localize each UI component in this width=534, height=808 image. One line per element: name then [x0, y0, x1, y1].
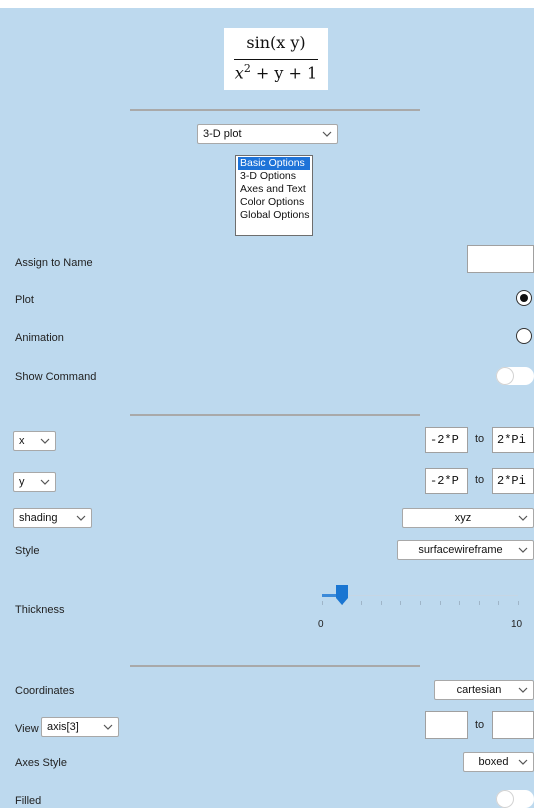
separator [130, 414, 420, 416]
filled-label: Filled [15, 795, 42, 807]
plot-radio[interactable] [516, 290, 532, 306]
filled-toggle[interactable] [496, 790, 534, 808]
formula-preview: sin(x y) x2 + y + 1 [224, 28, 328, 90]
thickness-max-label: 10 [511, 619, 523, 630]
slider-tick [322, 601, 323, 605]
slider-tick [439, 601, 441, 605]
x-to-input[interactable]: 2*Pi [492, 427, 534, 453]
axes-style-value: boxed [478, 756, 509, 768]
list-item-basic-options[interactable]: Basic Options [238, 157, 310, 170]
formula-denominator-exponent: 2 [243, 62, 251, 75]
toggle-knob [496, 367, 514, 385]
slider-tick [459, 601, 461, 605]
slider-tick [498, 601, 500, 605]
axes-style-label: Axes Style [15, 757, 67, 769]
slider-tick [478, 601, 480, 605]
assign-to-name-label: Assign to Name [15, 257, 93, 269]
shading-option-dropdown[interactable]: shading [13, 508, 92, 528]
show-command-toggle[interactable] [496, 367, 534, 385]
view-label: View [15, 723, 39, 735]
view-to-label: to [475, 719, 485, 731]
view-option-value: axis[3] [47, 721, 79, 733]
show-command-label: Show Command [15, 371, 97, 383]
shading-value: xyz [454, 512, 472, 524]
list-item-global-options[interactable]: Global Options [238, 209, 310, 222]
list-item-color-options[interactable]: Color Options [238, 196, 310, 209]
chevron-down-icon [518, 513, 528, 523]
separator [130, 665, 420, 667]
x-to-label: to [475, 433, 485, 445]
shading-value-dropdown[interactable]: xyz [402, 508, 534, 528]
slider-tick [380, 601, 382, 605]
x-variable-value: x [19, 435, 25, 447]
plot-type-dropdown[interactable]: 3-D plot [197, 124, 338, 144]
thickness-min-label: 0 [318, 619, 324, 630]
formula-denominator: x2 + y + 1 [224, 62, 328, 82]
slider-tick [420, 601, 421, 605]
animation-label: Animation [15, 332, 64, 344]
thickness-label: Thickness [15, 604, 65, 616]
view-from-input[interactable] [425, 711, 468, 739]
list-item-3d-options[interactable]: 3-D Options [238, 170, 310, 183]
y-to-input[interactable]: 2*Pi [492, 468, 534, 494]
chevron-down-icon [76, 513, 86, 523]
coordinates-value: cartesian [456, 684, 502, 696]
slider-tick [518, 601, 519, 605]
toggle-knob [496, 790, 514, 808]
separator [130, 109, 420, 111]
formula-denominator-rest: + y + 1 [250, 63, 318, 83]
y-variable-value: y [19, 476, 25, 488]
chevron-down-icon [40, 436, 50, 446]
style-dropdown[interactable]: surfacewireframe [397, 540, 534, 560]
formula-numerator: sin(x y) [246, 33, 306, 52]
radio-selected-dot [520, 294, 528, 302]
assign-to-name-input[interactable] [467, 245, 534, 273]
style-label: Style [15, 545, 40, 557]
y-to-label: to [475, 474, 485, 486]
formula-denominator-base: x [234, 63, 244, 83]
x-variable-dropdown[interactable]: x [13, 431, 56, 451]
coordinates-dropdown[interactable]: cartesian [434, 680, 534, 700]
y-from-input[interactable]: -2*P [425, 468, 468, 494]
chevron-down-icon [40, 477, 50, 487]
thickness-slider-track[interactable] [322, 595, 518, 596]
chevron-down-icon [322, 129, 332, 139]
chevron-down-icon [518, 757, 528, 767]
axes-style-dropdown[interactable]: boxed [463, 752, 534, 772]
shading-option-value: shading [19, 512, 58, 524]
slider-tick [400, 601, 402, 605]
chevron-down-icon [103, 722, 113, 732]
slider-tick [361, 601, 363, 605]
list-item-axes-and-text[interactable]: Axes and Text [238, 183, 310, 196]
coordinates-label: Coordinates [15, 685, 75, 697]
view-option-dropdown[interactable]: axis[3] [41, 717, 119, 737]
chevron-down-icon [518, 685, 528, 695]
chevron-down-icon [518, 545, 528, 555]
x-from-input[interactable]: -2*P [425, 427, 468, 453]
options-listbox[interactable]: Basic Options 3-D Options Axes and Text … [235, 155, 313, 236]
plot-type-value: 3-D plot [203, 128, 242, 140]
view-to-input[interactable] [492, 711, 534, 739]
fraction-bar [234, 59, 318, 60]
thickness-slider-thumb[interactable] [335, 584, 349, 606]
y-variable-dropdown[interactable]: y [13, 472, 56, 492]
plot-label: Plot [15, 294, 34, 306]
style-value: surfacewireframe [418, 544, 503, 556]
animation-radio[interactable] [516, 328, 532, 344]
